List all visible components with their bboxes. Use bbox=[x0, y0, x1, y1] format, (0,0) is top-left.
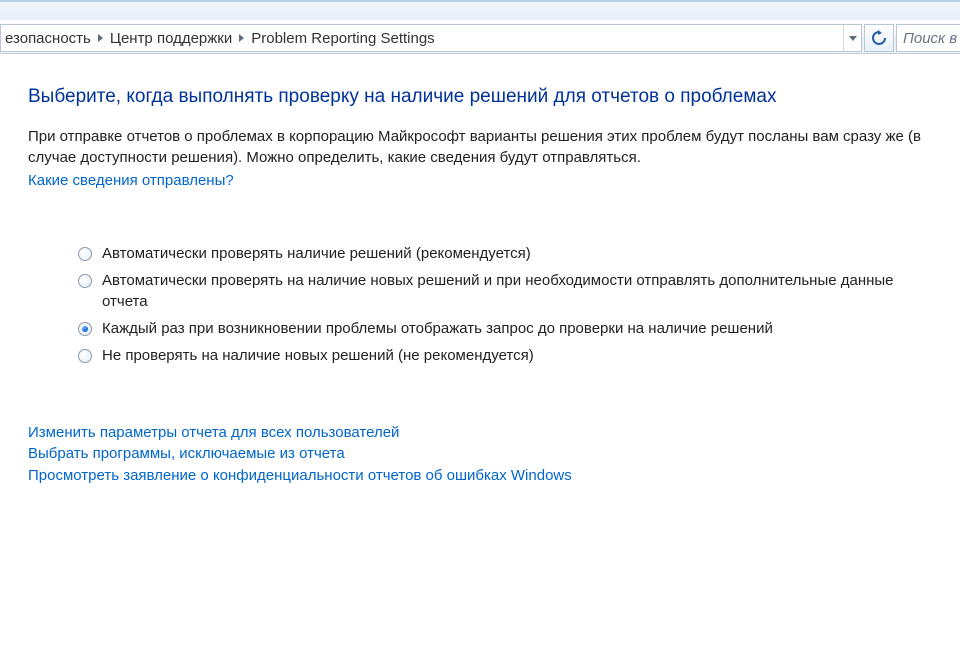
content-area: Выберите, когда выполнять проверку на на… bbox=[0, 54, 960, 507]
radio-label: Автоматически проверять наличие решений … bbox=[102, 243, 531, 264]
radio-label: Каждый раз при возникновении проблемы от… bbox=[102, 318, 773, 339]
window-frame-top bbox=[0, 0, 960, 20]
breadcrumb[interactable]: езопасность Центр поддержки Problem Repo… bbox=[1, 30, 843, 47]
info-sent-link[interactable]: Какие сведения отправлены? bbox=[28, 170, 234, 191]
exclude-programs-link[interactable]: Выбрать программы, исключаемые из отчета bbox=[28, 443, 932, 465]
change-all-users-link[interactable]: Изменить параметры отчета для всех польз… bbox=[28, 422, 932, 444]
radio-button[interactable] bbox=[78, 349, 92, 363]
radio-option-auto-check-send[interactable]: Автоматически проверять на наличие новых… bbox=[78, 270, 932, 312]
radio-option-auto-check[interactable]: Автоматически проверять наличие решений … bbox=[78, 243, 932, 264]
breadcrumb-dropdown-button[interactable] bbox=[843, 25, 861, 51]
address-toolbar: езопасность Центр поддержки Problem Repo… bbox=[0, 20, 960, 54]
radio-label: Не проверять на наличие новых решений (н… bbox=[102, 345, 534, 366]
breadcrumb-item[interactable]: езопасность bbox=[5, 30, 91, 47]
radio-label: Автоматически проверять на наличие новых… bbox=[102, 270, 922, 312]
description-text: При отправке отчетов о проблемах в корпо… bbox=[28, 126, 932, 168]
refresh-button[interactable] bbox=[864, 24, 894, 52]
breadcrumb-bar[interactable]: езопасность Центр поддержки Problem Repo… bbox=[0, 24, 862, 52]
chevron-down-icon bbox=[849, 36, 857, 41]
refresh-icon bbox=[871, 30, 887, 46]
radio-button[interactable] bbox=[78, 247, 92, 261]
page-heading: Выберите, когда выполнять проверку на на… bbox=[28, 84, 932, 110]
radio-button[interactable] bbox=[78, 322, 92, 336]
breadcrumb-item[interactable]: Problem Reporting Settings bbox=[251, 30, 434, 47]
radio-option-never-check[interactable]: Не проверять на наличие новых решений (н… bbox=[78, 345, 932, 366]
search-placeholder: Поиск в bbox=[903, 30, 957, 47]
radio-option-ask-each-time[interactable]: Каждый раз при возникновении проблемы от… bbox=[78, 318, 932, 339]
radio-group: Автоматически проверять наличие решений … bbox=[78, 243, 932, 366]
chevron-right-icon bbox=[98, 34, 103, 42]
privacy-statement-link[interactable]: Просмотреть заявление о конфиденциальнос… bbox=[28, 465, 932, 487]
chevron-right-icon bbox=[239, 34, 244, 42]
breadcrumb-item[interactable]: Центр поддержки bbox=[110, 30, 232, 47]
search-input[interactable]: Поиск в bbox=[896, 24, 960, 52]
footer-links: Изменить параметры отчета для всех польз… bbox=[28, 422, 932, 487]
radio-button[interactable] bbox=[78, 274, 92, 288]
